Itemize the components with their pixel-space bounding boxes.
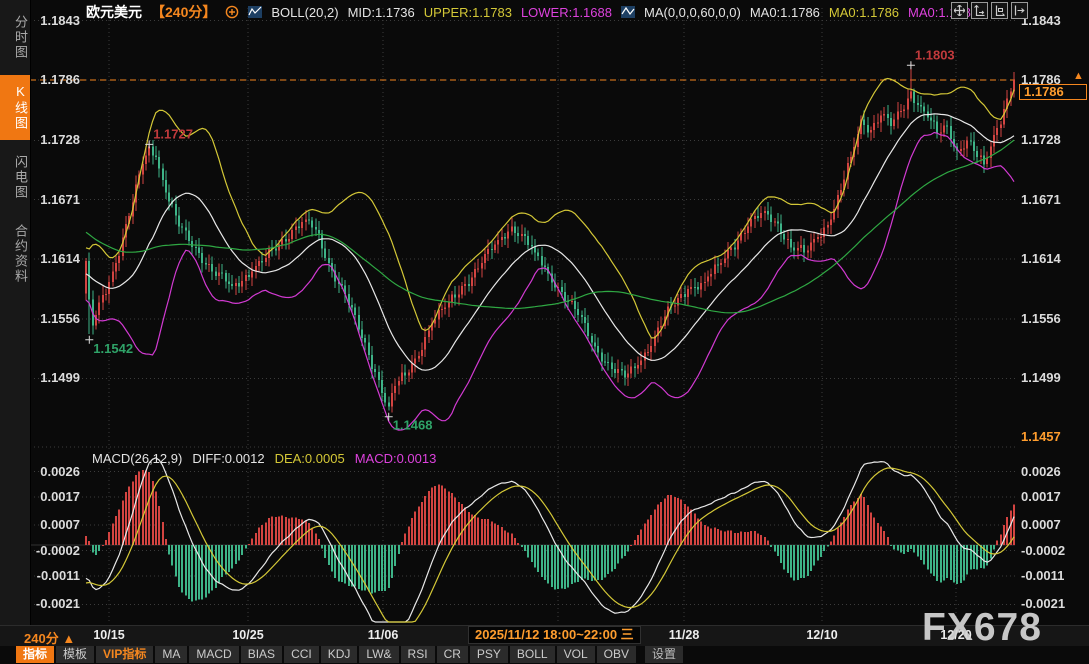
ma0-value-2: MA0:1.1786 bbox=[829, 5, 899, 20]
indicator-tab-7[interactable]: KDJ bbox=[321, 646, 358, 663]
indicator-tab-5[interactable]: BIAS bbox=[241, 646, 282, 663]
boll-legend-icon[interactable] bbox=[248, 5, 262, 19]
macd-axis-label-right: 0.0007 bbox=[1021, 517, 1081, 532]
macd-axis-label-left: 0.0026 bbox=[30, 464, 80, 479]
cursor-datetime-tooltip: 2025/11/12 18:00~22:00 三 bbox=[468, 626, 641, 644]
ma-name: MA(0,0,0,60,0,0) bbox=[644, 5, 741, 20]
low-price-tag: 1.1457 bbox=[1021, 429, 1061, 444]
macd-axis-label-right: 0.0026 bbox=[1021, 464, 1081, 479]
indicator-tab-15[interactable]: 设置 bbox=[645, 646, 683, 663]
macd-axis-label-right: -0.0021 bbox=[1021, 596, 1081, 611]
price-axis-label-right: 1.1671 bbox=[1021, 192, 1081, 207]
y-axis-scale-icon[interactable] bbox=[971, 2, 988, 19]
price-axis-label-left: 1.1786 bbox=[30, 72, 80, 87]
price-axis-label-right: 1.1556 bbox=[1021, 311, 1081, 326]
indicator-tab-3[interactable]: MA bbox=[155, 646, 187, 663]
price-axis-label-left: 1.1843 bbox=[30, 13, 80, 28]
period-arrow-icon: ▲ bbox=[62, 631, 75, 646]
svg-text:1.1542: 1.1542 bbox=[93, 341, 133, 356]
indicator-tab-12[interactable]: BOLL bbox=[510, 646, 555, 663]
macd-dea-value: DEA:0.0005 bbox=[275, 451, 345, 466]
macd-axis-label-left: -0.0021 bbox=[30, 596, 80, 611]
ma-legend-icon[interactable] bbox=[621, 5, 635, 19]
indicator-tab-6[interactable]: CCI bbox=[284, 646, 319, 663]
period-selector[interactable]: 240分 ▲ bbox=[24, 628, 75, 647]
indicator-tab-0[interactable]: 指标 bbox=[16, 646, 54, 663]
price-up-arrow-icon: ▲ bbox=[1073, 70, 1084, 82]
indicator-tabbar: 指标模板VIP指标MAMACDBIASCCIKDJLW&RSICRPSYBOLL… bbox=[16, 646, 683, 663]
indicator-tab-14[interactable]: OBV bbox=[597, 646, 636, 663]
indicator-tab-13[interactable]: VOL bbox=[557, 646, 595, 663]
sidebar-tab-1[interactable]: K线图 bbox=[0, 75, 30, 140]
price-axis-label-left: 1.1728 bbox=[30, 132, 80, 147]
indicator-tab-10[interactable]: CR bbox=[437, 646, 468, 663]
date-tick-3: 11/28 bbox=[656, 628, 712, 642]
current-price-tag: 1.1786 bbox=[1019, 84, 1087, 100]
symbol-name: 欧元美元 bbox=[86, 2, 142, 22]
date-tick-5: 12/20 bbox=[928, 628, 984, 642]
sidebar-tab-3[interactable]: 合约资料 bbox=[0, 215, 30, 293]
boll-upper-value: UPPER:1.1783 bbox=[424, 5, 512, 20]
period-label: 【240分】 bbox=[151, 2, 216, 22]
price-axis-label-left: 1.1499 bbox=[30, 370, 80, 385]
boll-lower-value: LOWER:1.1688 bbox=[521, 5, 612, 20]
svg-text:1.1803: 1.1803 bbox=[915, 47, 955, 62]
macd-axis-label-left: 0.0017 bbox=[30, 489, 80, 504]
chart-canvas[interactable]: 1.1727 1.1542 1.1468 1.1803 bbox=[0, 0, 1089, 664]
indicator-tab-9[interactable]: RSI bbox=[401, 646, 435, 663]
date-tick-1: 10/25 bbox=[220, 628, 276, 642]
chart-toolbar bbox=[951, 2, 1028, 19]
date-tick-0: 10/15 bbox=[81, 628, 137, 642]
macd-macd-value: MACD:0.0013 bbox=[355, 451, 437, 466]
macd-axis-label-left: -0.0002 bbox=[30, 543, 80, 558]
sidebar: 分时图 K线图闪电图合约资料 bbox=[0, 0, 31, 625]
x-axis-scale-icon[interactable] bbox=[991, 2, 1008, 19]
boll-mid-value: MID:1.1736 bbox=[348, 5, 415, 20]
trading-terminal: 1.1727 1.1542 1.1468 1.1803 分时图 K线图闪电图合约资料 欧… bbox=[0, 0, 1089, 664]
indicator-tab-8[interactable]: LW& bbox=[359, 646, 398, 663]
price-axis-label-right: 1.1614 bbox=[1021, 251, 1081, 266]
export-chart-icon[interactable] bbox=[1011, 2, 1028, 19]
indicator-tab-4[interactable]: MACD bbox=[189, 646, 238, 663]
indicator-tab-11[interactable]: PSY bbox=[470, 646, 508, 663]
macd-title: MACD(26,12,9) bbox=[92, 451, 182, 466]
macd-header: MACD(26,12,9) DIFF:0.0012 DEA:0.0005 MAC… bbox=[92, 451, 436, 466]
macd-axis-label-right: -0.0011 bbox=[1021, 568, 1081, 583]
price-axis-label-right: 1.1843 bbox=[1021, 13, 1081, 28]
ma0-value-1: MA0:1.1786 bbox=[750, 5, 820, 20]
price-axis-label-left: 1.1671 bbox=[30, 192, 80, 207]
indicator-tab-2[interactable]: VIP指标 bbox=[96, 646, 153, 663]
macd-axis-label-right: -0.0002 bbox=[1021, 543, 1081, 558]
pan-tool-icon[interactable] bbox=[951, 2, 968, 19]
macd-axis-label-left: -0.0011 bbox=[30, 568, 80, 583]
chart-titlebar: 欧元美元 【240分】 BOLL(20,2) MID:1.1736 UPPER:… bbox=[86, 2, 978, 22]
indicator-tab-1[interactable]: 模板 bbox=[56, 646, 94, 663]
macd-axis-label-right: 0.0017 bbox=[1021, 489, 1081, 504]
add-indicator-icon[interactable] bbox=[225, 5, 239, 19]
svg-text:1.1468: 1.1468 bbox=[393, 418, 433, 433]
sidebar-tab-0[interactable]: 分时图 bbox=[0, 6, 30, 69]
macd-diff-value: DIFF:0.0012 bbox=[192, 451, 264, 466]
sidebar-tab-2[interactable]: 闪电图 bbox=[0, 146, 30, 209]
date-tick-4: 12/10 bbox=[794, 628, 850, 642]
svg-text:1.1727: 1.1727 bbox=[153, 126, 193, 141]
date-tick-2: 11/06 bbox=[355, 628, 411, 642]
price-axis-label-right: 1.1499 bbox=[1021, 370, 1081, 385]
price-axis-label-right: 1.1728 bbox=[1021, 132, 1081, 147]
price-axis-label-left: 1.1614 bbox=[30, 251, 80, 266]
price-axis-label-left: 1.1556 bbox=[30, 311, 80, 326]
boll-name: BOLL(20,2) bbox=[271, 5, 338, 20]
macd-axis-label-left: 0.0007 bbox=[30, 517, 80, 532]
